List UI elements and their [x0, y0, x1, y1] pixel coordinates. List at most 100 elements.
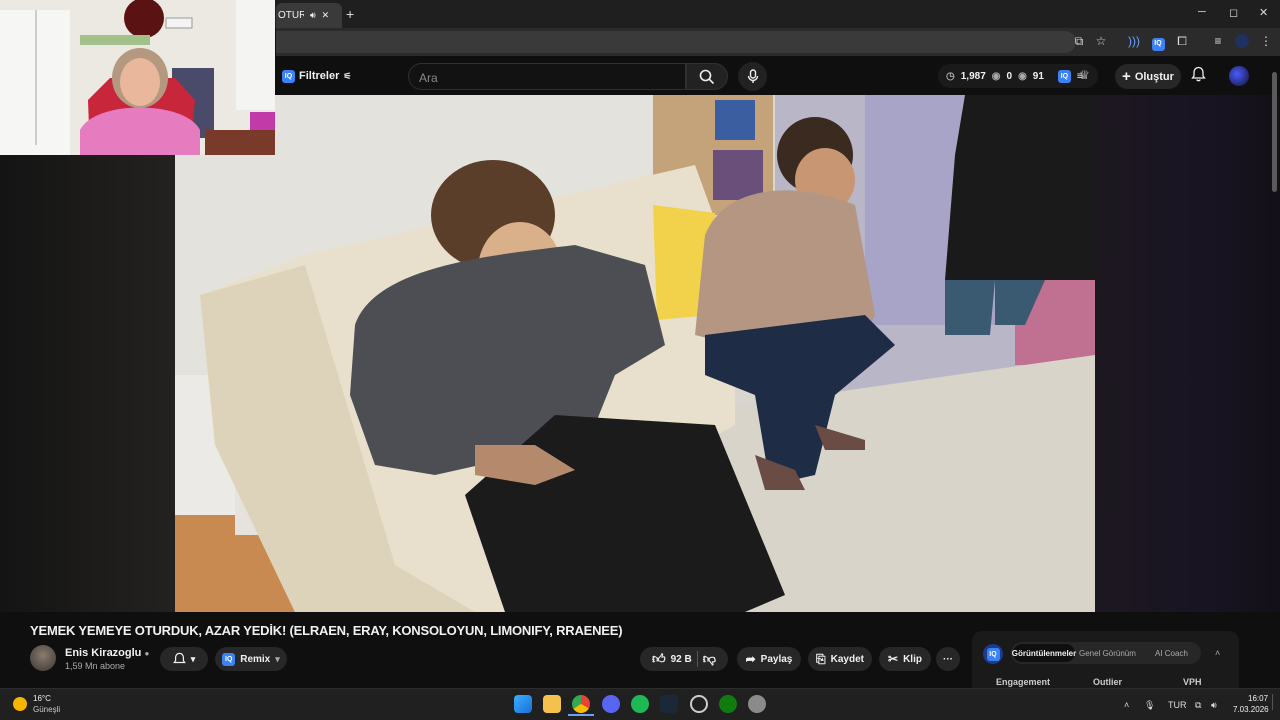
sliders-icon: ⚟: [343, 70, 352, 81]
search-icon: [699, 69, 715, 84]
tab-overview[interactable]: Genel Görünüm: [1079, 649, 1136, 658]
channel-name-text: Enis Kirazoglu: [65, 647, 142, 659]
channel-name[interactable]: Enis Kirazoglu ●: [65, 647, 149, 659]
extension-iq-icon[interactable]: IQ: [1151, 34, 1165, 51]
dislike-button[interactable]: 👎︎: [703, 651, 716, 667]
clock-date[interactable]: 7.03.2026: [1233, 705, 1269, 714]
search-input[interactable]: Ara: [408, 63, 686, 90]
subscribed-bell-button[interactable]: ▾: [160, 647, 208, 671]
save-label: Kaydet: [830, 653, 864, 665]
eye-icon: ◉: [991, 70, 1001, 82]
microphone-icon: [747, 69, 758, 83]
tab-close-icon[interactable]: ✕: [322, 10, 330, 21]
tab-title: OTURDUK,: [278, 10, 304, 21]
iq-panel-logo: IQ: [983, 644, 1003, 664]
filters-button[interactable]: IQ Filtreler ⚟: [282, 66, 351, 86]
like-count: 92 B: [670, 653, 692, 665]
ambient-glow-left: [0, 155, 175, 612]
video-frame: [175, 95, 1095, 612]
webcam-overlay: [0, 0, 275, 155]
bookmark-icon: ⎘: [816, 651, 826, 666]
like-dislike-group: 👍︎ 92 B 👎︎: [640, 647, 728, 671]
verified-icon: ●: [144, 649, 150, 658]
plus-icon: +: [1122, 68, 1131, 85]
install-app-icon[interactable]: ⧉: [1072, 34, 1086, 48]
minimize-button[interactable]: ─: [1198, 6, 1206, 18]
discord-icon[interactable]: [602, 695, 620, 713]
notifications-bell-icon[interactable]: [1191, 66, 1206, 86]
new-tab-button[interactable]: +: [346, 6, 354, 22]
iq-logo-icon: IQ: [1057, 69, 1071, 83]
like-button[interactable]: 👍︎ 92 B: [652, 651, 692, 667]
file-explorer-icon[interactable]: [543, 695, 561, 713]
show-desktop-button[interactable]: [1272, 694, 1278, 710]
chevron-down-icon: ▾: [275, 653, 280, 664]
language-indicator[interactable]: TUR: [1168, 700, 1187, 710]
voice-search-button[interactable]: [738, 62, 767, 91]
chevron-up-icon[interactable]: ˄: [1215, 648, 1220, 658]
remix-button[interactable]: IQ Remix ▾: [215, 647, 287, 671]
eye-icon: ◉: [1018, 70, 1027, 82]
divider: [696, 651, 698, 667]
speaker-icon[interactable]: 🔊︎: [310, 10, 316, 21]
share-icon: ➦: [745, 652, 756, 666]
network-icon[interactable]: ⧉: [1195, 700, 1201, 711]
bell-icon: [172, 652, 186, 664]
user-avatar[interactable]: [1229, 66, 1249, 86]
steam-icon[interactable]: [660, 695, 678, 713]
save-button[interactable]: ⎘ Kaydet: [808, 647, 872, 671]
window-close-button[interactable]: ✕: [1259, 6, 1268, 19]
sun-icon[interactable]: [13, 697, 27, 711]
extension-wave-icon[interactable]: ))): [1127, 34, 1141, 48]
settings-gear-icon[interactable]: [748, 695, 766, 713]
tab-views[interactable]: Görüntülenmeler: [1012, 644, 1076, 662]
profile-avatar-icon[interactable]: [1235, 34, 1249, 48]
openai-icon[interactable]: [690, 695, 708, 713]
column-outlier: Outlier: [1093, 677, 1123, 687]
video-player[interactable]: [175, 95, 1095, 612]
volume-icon[interactable]: 🔊︎: [1211, 700, 1217, 711]
channel-avatar[interactable]: [30, 645, 56, 671]
more-actions-button[interactable]: ···: [936, 647, 960, 671]
stat-views: 1,987: [960, 70, 986, 82]
iq-logo-icon: IQ: [986, 647, 1000, 661]
column-vph: VPH: [1183, 677, 1202, 687]
stat-a: 0: [1006, 70, 1013, 82]
search-button[interactable]: [686, 63, 728, 90]
create-button[interactable]: + Oluştur: [1115, 64, 1181, 89]
trophy-icon[interactable]: ♕: [1079, 68, 1090, 82]
tab-ai-coach[interactable]: AI Coach: [1155, 649, 1188, 658]
tray-overflow-icon[interactable]: ˄: [1124, 700, 1129, 710]
bookmark-star-icon[interactable]: ☆: [1094, 34, 1108, 48]
video-title: YEMEK YEMEYE OTURDUK, AZAR YEDİK! (ELRAE…: [30, 623, 623, 638]
clock-icon: ◷: [946, 70, 955, 82]
reading-list-icon[interactable]: ≡: [1211, 34, 1225, 48]
iq-logo-icon: IQ: [282, 69, 295, 83]
browser-tab[interactable]: OTURDUK, 🔊︎ ✕: [276, 3, 342, 28]
chevron-down-icon: ▾: [190, 653, 196, 664]
remix-label: Remix: [240, 653, 271, 665]
thumbs-up-icon: 👍︎: [652, 651, 666, 666]
maximize-button[interactable]: ◻: [1229, 6, 1238, 19]
tray-mic-icon[interactable]: 🎙︎: [1144, 700, 1155, 711]
xbox-icon[interactable]: [719, 695, 737, 713]
address-bar[interactable]: [276, 31, 1076, 53]
windows-start-icon[interactable]: [514, 695, 532, 713]
spotify-icon[interactable]: [631, 695, 649, 713]
clip-label: Klip: [903, 653, 922, 665]
active-app-indicator: [568, 714, 594, 716]
channel-stats-widget[interactable]: ◷ 1,987 ◉ 0 ◉ 91 IQ ≡: [938, 64, 1098, 88]
browser-menu-icon[interactable]: ⋮: [1259, 34, 1273, 48]
clock-time[interactable]: 16:07: [1248, 694, 1268, 703]
chrome-icon[interactable]: [572, 695, 590, 713]
clip-button[interactable]: ✂ Klip: [879, 647, 931, 671]
extensions-puzzle-icon[interactable]: ⧠: [1175, 34, 1189, 48]
share-button[interactable]: ➦ Paylaş: [737, 647, 801, 671]
weather-temp[interactable]: 16°C: [33, 694, 51, 703]
webcam-frame: [0, 0, 275, 155]
scissors-icon: ✂: [888, 652, 899, 666]
subscriber-count: 1,59 Mn abone: [65, 661, 126, 671]
weather-status[interactable]: Güneşli: [33, 705, 60, 714]
stat-b: 91: [1032, 70, 1044, 82]
page-scrollbar[interactable]: [1272, 72, 1277, 192]
